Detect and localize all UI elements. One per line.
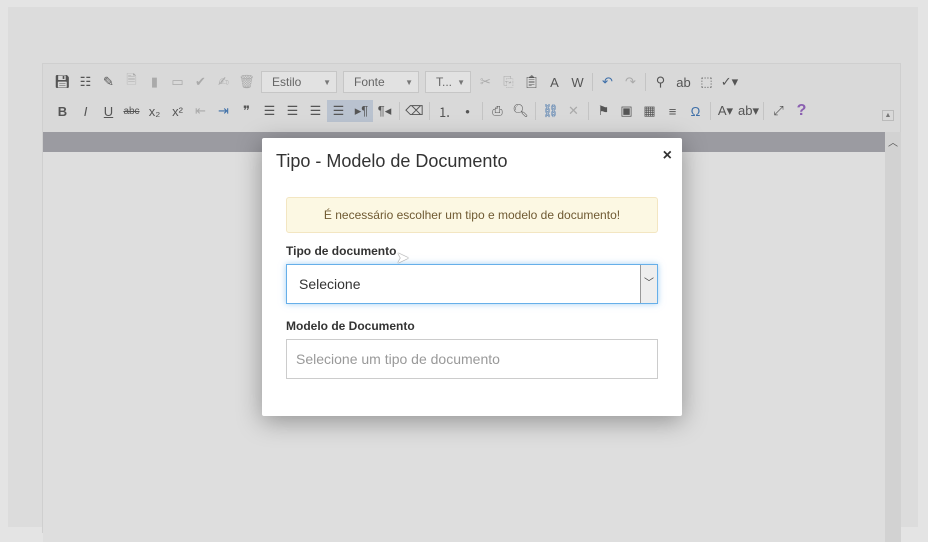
anchor-icon[interactable]: ⚑ xyxy=(592,100,615,122)
combo-label: T... xyxy=(436,75,453,89)
bookmark-icon[interactable]: ▮ xyxy=(143,71,166,93)
bg-color-icon[interactable]: ab▾ xyxy=(737,100,760,122)
scroll-up-icon[interactable]: ︿ xyxy=(885,134,901,149)
paste-text-icon[interactable]: A xyxy=(543,71,566,93)
book-icon[interactable]: ▭ xyxy=(166,71,189,93)
document-type-value: Selecione xyxy=(299,276,361,292)
toolbar-separator xyxy=(399,102,400,120)
underline-icon[interactable]: U xyxy=(97,100,120,122)
preview-icon[interactable]: 🔍︎ xyxy=(509,100,532,122)
ltr-icon[interactable]: ▸¶ xyxy=(350,100,373,122)
document-type-label: Tipo de documento xyxy=(286,244,397,258)
spellcheck-icon[interactable]: ✓▾ xyxy=(718,71,741,93)
caret-down-icon: ▼ xyxy=(405,77,413,87)
document-type-dialog: Tipo - Modelo de Documento × É necessári… xyxy=(262,138,682,416)
toolbar-separator xyxy=(592,73,593,91)
align-left-icon[interactable]: ☰ xyxy=(258,100,281,122)
replace-icon[interactable]: ab xyxy=(672,71,695,93)
sign-icon[interactable]: ✍︎ xyxy=(212,71,235,93)
chevron-down-icon[interactable]: ﹀ xyxy=(640,265,657,303)
scrollbar[interactable]: ︿ xyxy=(885,132,901,542)
toolbar-separator xyxy=(588,102,589,120)
style-combo[interactable]: Estilo ▼ xyxy=(261,71,337,93)
align-right-icon[interactable]: ☰ xyxy=(304,100,327,122)
unlink-icon[interactable]: ✕ xyxy=(562,100,585,122)
font-combo[interactable]: Fonte ▼ xyxy=(343,71,419,93)
undo-icon[interactable]: ↶ xyxy=(596,71,619,93)
paste-word-icon[interactable]: W xyxy=(566,71,589,93)
toolbar-separator xyxy=(429,102,430,120)
horizontal-line-icon[interactable]: ≡ xyxy=(661,100,684,122)
subscript-icon[interactable]: x₂ xyxy=(143,100,166,122)
bulleted-list-icon[interactable]: • xyxy=(456,100,479,122)
strikethrough-icon[interactable]: abc xyxy=(120,100,143,122)
numbered-list-icon[interactable]: ⒈ xyxy=(433,100,456,122)
remove-format-icon[interactable]: ⌫ xyxy=(403,100,426,122)
image-icon[interactable]: ▣ xyxy=(615,100,638,122)
combo-label: Estilo xyxy=(272,75,302,89)
validate-doc-icon[interactable]: ✔ xyxy=(189,71,212,93)
cut-icon[interactable]: ✂ xyxy=(474,71,497,93)
special-char-icon[interactable]: Ω xyxy=(684,100,707,122)
trash-icon[interactable]: 🗑︎ xyxy=(235,71,258,93)
superscript-icon[interactable]: x² xyxy=(166,100,189,122)
indent-icon[interactable]: ⇥ xyxy=(212,100,235,122)
select-all-icon[interactable]: ⬚ xyxy=(695,71,718,93)
text-color-icon[interactable]: A▾ xyxy=(714,100,737,122)
justify-icon[interactable]: ☰ xyxy=(327,100,350,122)
collapse-toolbar-button[interactable]: ▲ xyxy=(882,110,894,121)
redo-icon[interactable]: ↷ xyxy=(619,71,642,93)
close-button[interactable]: × xyxy=(663,147,672,165)
size-combo[interactable]: T... ▼ xyxy=(425,71,471,93)
dialog-title: Tipo - Modelo de Documento xyxy=(276,151,508,171)
toolbar-separator xyxy=(535,102,536,120)
brush-icon[interactable]: ✎ xyxy=(97,71,120,93)
table-icon[interactable]: ▦ xyxy=(638,100,661,122)
document-model-label: Modelo de Documento xyxy=(286,319,415,333)
toolbar-row-1: 💾︎ ☷ ✎ 🗎︎ ▮ ▭ ✔ ✍︎ 🗑︎ Estilo ▼ Fonte ▼ T... ▼ ✂ ⎘ 📋︎ A W ↶ ↷ ⚲… xyxy=(51,70,741,94)
bold-icon[interactable]: B xyxy=(51,100,74,122)
paste-icon[interactable]: 📋︎ xyxy=(520,71,543,93)
caret-down-icon: ▼ xyxy=(323,77,331,87)
blockquote-icon[interactable]: ❞ xyxy=(235,100,258,122)
toolbar-separator xyxy=(482,102,483,120)
rtl-icon[interactable]: ¶◂ xyxy=(373,100,396,122)
toolbar-separator xyxy=(710,102,711,120)
warning-alert: É necessário escolher um tipo e modelo d… xyxy=(286,197,658,233)
caret-down-icon: ▼ xyxy=(457,77,465,87)
print-icon[interactable]: ⎙ xyxy=(486,100,509,122)
document-model-select[interactable]: Selecione um tipo de documento xyxy=(286,339,658,379)
save-icon[interactable]: 💾︎ xyxy=(51,71,74,93)
help-icon[interactable]: ? xyxy=(790,100,813,122)
align-center-icon[interactable]: ☰ xyxy=(281,100,304,122)
link-icon[interactable]: ⛓ xyxy=(539,100,562,122)
toolbar-separator xyxy=(645,73,646,91)
find-icon[interactable]: ⚲ xyxy=(649,71,672,93)
mouse-cursor-icon: ➤ xyxy=(396,250,410,267)
template-icon[interactable]: ☷ xyxy=(74,71,97,93)
italic-icon[interactable]: I xyxy=(74,100,97,122)
outdent-icon[interactable]: ⇤ xyxy=(189,100,212,122)
toolbar-row-2: B I Uabc x₂ x² ⇤ ⇥ ❞ ☰ ☰ ☰ ☰ ▸¶ ¶◂ ⌫ ⒈ • ⎙ 🔍︎ ⛓ ✕ ⚑ ▣ ▦ ≡ Ω A▾ ab▾ ⤢… xyxy=(51,99,813,123)
copy-icon[interactable]: ⎘ xyxy=(497,71,520,93)
preview-doc-icon[interactable]: 🗎︎ xyxy=(120,71,143,93)
toolbar-separator xyxy=(763,102,764,120)
maximize-icon[interactable]: ⤢ xyxy=(767,100,790,122)
combo-label: Fonte xyxy=(354,75,385,89)
document-type-select[interactable]: Selecione ﹀ xyxy=(286,264,658,304)
